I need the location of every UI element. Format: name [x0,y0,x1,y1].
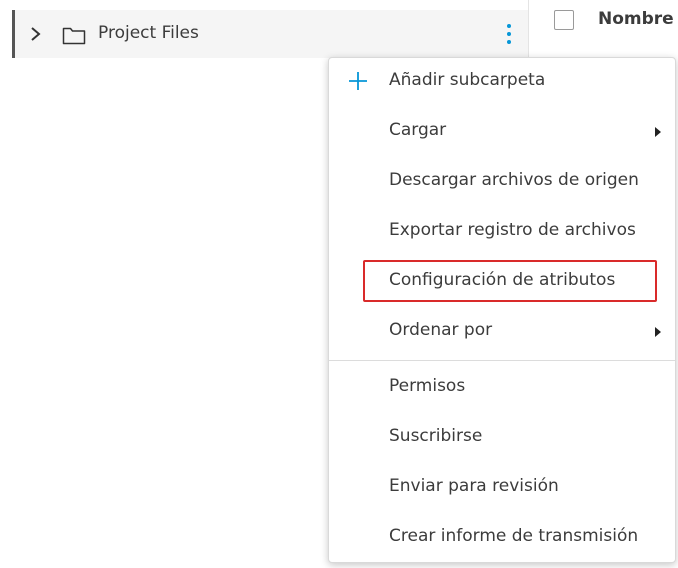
menu-item-label: Añadir subcarpeta [389,70,546,90]
menu-item-export-log[interactable]: Exportar registro de archivos [329,208,675,258]
menu-item-label: Descargar archivos de origen [389,170,639,190]
submenu-arrow-icon [655,327,661,337]
menu-item-label: Permisos [389,376,466,396]
menu-item-label: Exportar registro de archivos [389,220,636,240]
column-divider [528,0,529,58]
menu-item-label: Suscribirse [389,426,483,446]
menu-item-add-subfolder[interactable]: Añadir subcarpeta [329,58,675,108]
menu-item-permissions[interactable]: Permisos [329,364,675,414]
menu-item-label: Cargar [389,120,447,140]
menu-item-label: Enviar para revisión [389,476,559,496]
select-all-checkbox[interactable] [554,10,574,30]
menu-item-subscribe[interactable]: Suscribirse [329,414,675,464]
menu-item-sort-by[interactable]: Ordenar por [329,308,675,358]
menu-item-label: Crear informe de transmisión [389,526,639,546]
menu-item-label: Ordenar por [389,320,493,340]
chevron-right-icon[interactable] [29,24,43,44]
plus-icon [349,72,367,90]
folder-icon [62,27,86,45]
menu-item-send-for-review[interactable]: Enviar para revisión [329,464,675,514]
menu-item-attribute-settings[interactable]: Configuración de atributos [329,258,675,308]
submenu-arrow-icon [655,127,661,137]
menu-item-create-transmittal[interactable]: Crear informe de transmisión [329,514,675,564]
more-options-icon[interactable] [499,21,519,47]
menu-divider [329,360,675,361]
menu-item-download-source[interactable]: Descargar archivos de origen [329,158,675,208]
tree-row-project-files[interactable]: Project Files [12,10,528,58]
menu-item-label: Configuración de atributos [389,270,616,290]
folder-label: Project Files [98,23,199,43]
menu-item-upload[interactable]: Cargar [329,108,675,158]
column-header-name[interactable]: Nombre [598,9,674,29]
folder-context-menu: Añadir subcarpeta Cargar Descargar archi… [328,57,676,563]
